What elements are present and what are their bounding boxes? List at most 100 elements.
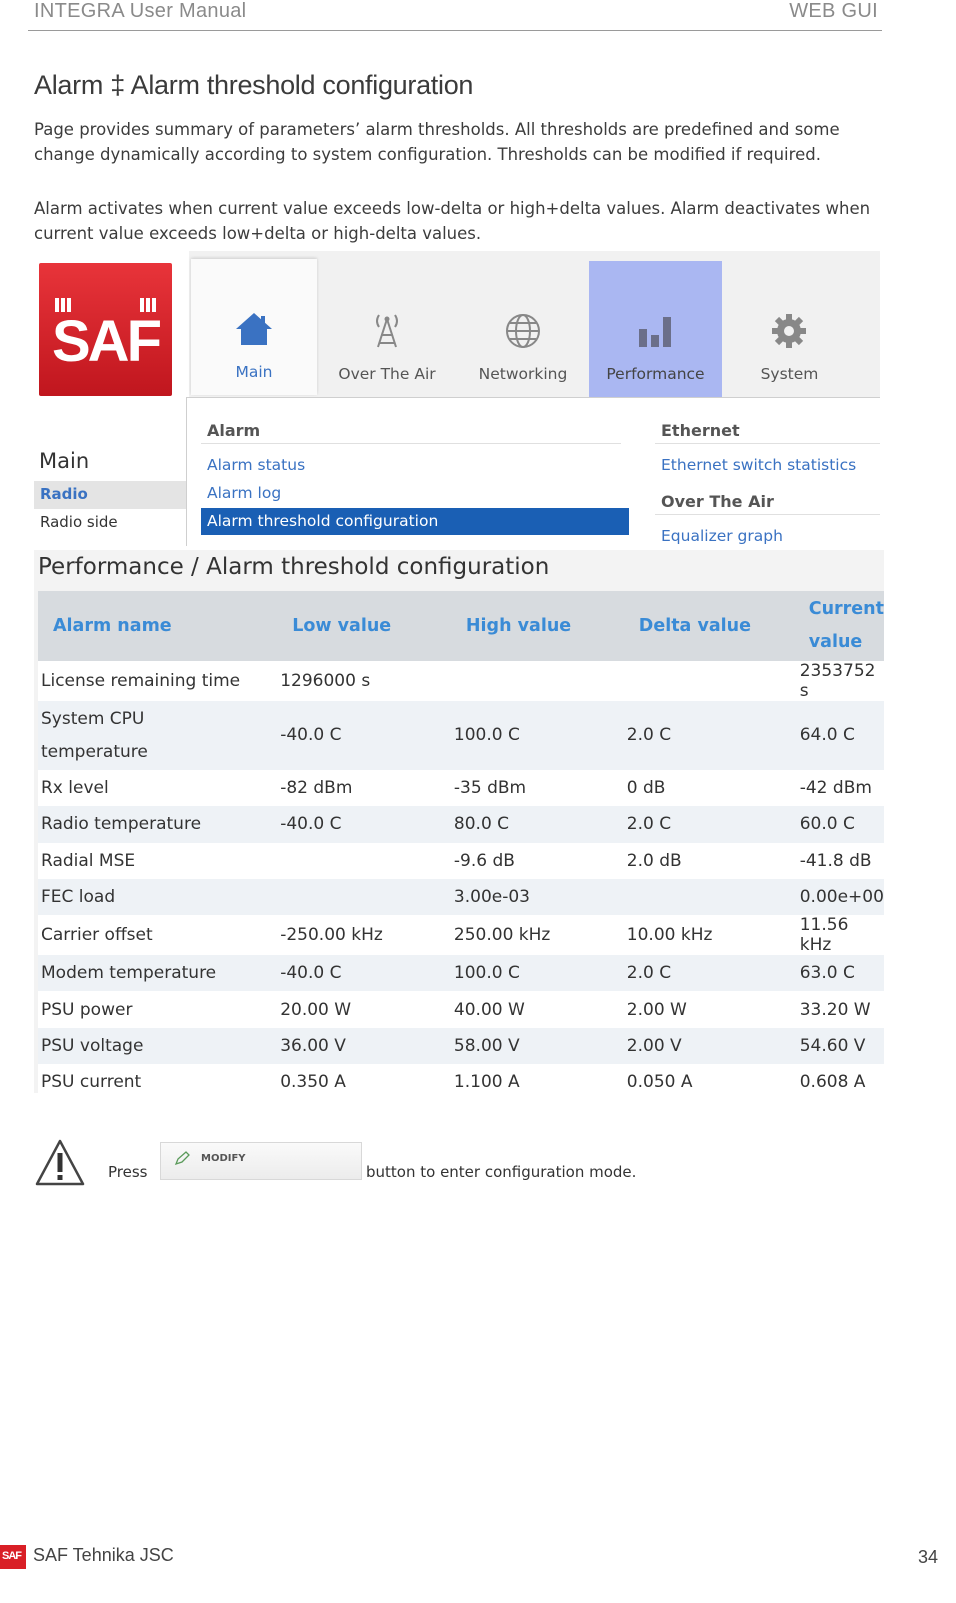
sidebar-item-label: Radio (40, 485, 88, 503)
table-row: PSU power 20.00 W 40.00 W 2.00 W 33.20 W (38, 991, 884, 1027)
column-header-delta-value: Delta value (623, 591, 797, 661)
table-row: PSU current 0.350 A 1.100 A 0.050 A 0.60… (38, 1064, 884, 1100)
warning-icon (34, 1138, 86, 1188)
menu-item-ethernet-switch-statistics[interactable]: Ethernet switch statistics (661, 456, 856, 474)
cell-delta-value: 0.050 A (626, 1072, 693, 1093)
sidebar-item-radio-side[interactable]: Radio side (40, 513, 118, 531)
tab-label: Main (235, 363, 273, 381)
menu-item-alarm-status[interactable]: Alarm status (207, 456, 305, 474)
cell-current-value: 63.0 C (796, 955, 884, 992)
cell-high-value (451, 661, 624, 701)
cell-high-value: 58.00 V (450, 1027, 624, 1065)
cell-alarm-name: PSU voltage (38, 1027, 278, 1065)
cell-current-value: 0.00e+00 (796, 878, 884, 916)
cell-high-value: 1.100 A (453, 1072, 520, 1093)
cell-low-value: 20.00 W (280, 999, 352, 1020)
table-row: FEC load 3.00e-03 0.00e+00 (38, 878, 884, 916)
cell-current-value: 54.60 V (796, 1027, 884, 1065)
tab-label: Performance (606, 365, 705, 383)
cell-high-value: -35 dBm (453, 778, 527, 799)
cell-high-value: -9.6 dB (453, 850, 515, 871)
menu-item-label: Alarm threshold configuration (207, 512, 439, 530)
menu-header-alarm: Alarm (207, 421, 261, 440)
menu-item-alarm-log[interactable]: Alarm log (207, 484, 281, 502)
cell-current-value: 33.20 W (799, 999, 871, 1020)
modify-button[interactable]: MODIFY (160, 1142, 362, 1180)
cell-alarm-name: PSU current (41, 1072, 142, 1093)
cell-delta-value: 2.0 dB (626, 850, 682, 871)
sidebar-title: Main (39, 449, 90, 473)
modify-button-label: MODIFY (201, 1153, 246, 1164)
page-number: 34 (917, 1547, 938, 1567)
sidebar: Main Radio Radio side (34, 397, 186, 546)
cell-high-value: 80.0 C (450, 806, 624, 843)
cell-delta-value: 2.00 W (626, 999, 687, 1020)
cell-current-value: 64.0 C (796, 701, 884, 770)
alarm-threshold-table: Alarm name Low value High value Delta va… (38, 591, 884, 1100)
cell-delta-value: 2.0 C (623, 955, 797, 992)
cell-current-value: 0.608 A (799, 1072, 866, 1093)
cell-delta-value: 2.0 C (623, 701, 797, 770)
menu-item-alarm-threshold-configuration[interactable]: Alarm threshold configuration (201, 508, 629, 535)
gui-screenshot: SAF Main Over The Air Networking Perform… (34, 251, 880, 546)
footer-logo-text: SAF (2, 1550, 22, 1562)
column-header-high-value: High value (450, 591, 624, 661)
intro-paragraph: Page provides summary of parameters’ ala… (34, 120, 840, 164)
table-row: License remaining time 1296000 s 2353752… (38, 661, 884, 701)
cell-high-value: 100.0 C (450, 701, 624, 770)
tab-over-the-air[interactable]: Over The Air (317, 261, 457, 397)
cell-current-value: -42 dBm (799, 778, 872, 799)
table-row: PSU voltage 36.00 V 58.00 V 2.00 V 54.60… (38, 1027, 884, 1065)
tab-networking[interactable]: Networking (457, 261, 589, 397)
cell-alarm-name: PSU power (41, 999, 133, 1020)
saf-logo: SAF (39, 263, 172, 396)
cell-current-value: 2353752 s (799, 661, 876, 701)
table-header-row: Alarm name Low value High value Delta va… (38, 591, 884, 661)
section-title: Alarm ‡ Alarm threshold configuration (34, 70, 474, 100)
cell-alarm-name: FEC load (38, 878, 278, 916)
cell-delta-value: 10.00 kHz (626, 925, 713, 946)
manual-title: INTEGRA User Manual (34, 0, 247, 22)
tab-label: Networking (478, 365, 568, 383)
table-row: System CPU temperature -40.0 C 100.0 C 2… (38, 701, 884, 770)
home-icon (191, 309, 317, 349)
table-row: Radial MSE -9.6 dB 2.0 dB -41.8 dB (38, 843, 884, 879)
cell-high-value: 100.0 C (450, 955, 624, 992)
page-title: Performance / Alarm threshold configurat… (38, 554, 550, 580)
cell-delta-value (624, 661, 797, 701)
sidebar-item-radio[interactable]: Radio (34, 481, 186, 509)
chapter-title: WEB GUI (789, 0, 878, 22)
footer-company: SAF Tehnika JSC (33, 1545, 174, 1565)
cell-high-value: 40.00 W (453, 999, 525, 1020)
page-header: INTEGRA User Manual WEB GUI (28, 0, 882, 31)
table-row: Rx level -82 dBm -35 dBm 0 dB -42 dBm (38, 770, 884, 806)
tab-label: Over The Air (338, 365, 436, 383)
performance-dropdown-menu: Alarm Alarm status Alarm log Alarm thres… (186, 397, 880, 546)
column-header-current-value: Current value (796, 591, 884, 661)
cell-low-value: -40.0 C (277, 955, 451, 992)
footer-logo: SAF (0, 1545, 26, 1569)
note-after-text: button to enter configuration mode. (366, 1163, 637, 1181)
cell-alarm-name: Carrier offset (41, 925, 153, 946)
cell-current-value: -41.8 dB (799, 850, 872, 871)
cell-low-value (277, 878, 451, 916)
table-row: Modem temperature -40.0 C 100.0 C 2.0 C … (38, 955, 884, 992)
gear-icon (722, 311, 857, 351)
cell-alarm-name: Radial MSE (41, 850, 136, 871)
cell-low-value: -250.00 kHz (280, 925, 383, 946)
cell-high-value: 3.00e-03 (450, 878, 624, 916)
cell-low-value: -40.0 C (277, 701, 451, 770)
cell-delta-value: 2.00 V (623, 1027, 797, 1065)
cell-low-value (277, 843, 451, 879)
tab-main[interactable]: Main (191, 259, 317, 395)
tab-performance[interactable]: Performance (589, 261, 722, 397)
table-row: Radio temperature -40.0 C 80.0 C 2.0 C 6… (38, 806, 884, 843)
column-header-alarm-name: Alarm name (38, 591, 278, 661)
tab-system[interactable]: System (722, 261, 857, 397)
cell-delta-value: 0 dB (626, 778, 666, 799)
menu-item-equalizer-graph[interactable]: Equalizer graph (661, 527, 783, 545)
logo-text: SAF (52, 309, 162, 374)
cell-current-value: 60.0 C (796, 806, 884, 843)
cell-current-value: 11.56 kHz (799, 915, 849, 956)
cell-low-value: -82 dBm (280, 778, 353, 799)
